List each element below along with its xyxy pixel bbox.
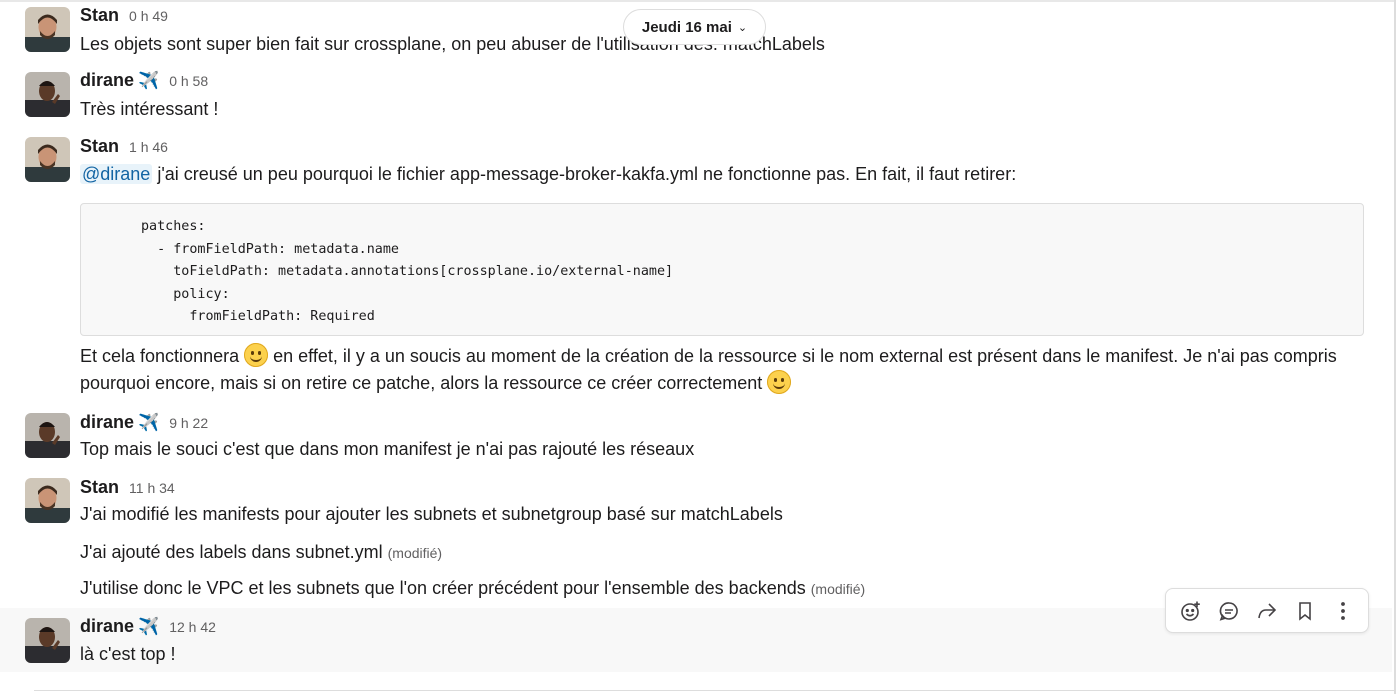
add-reaction-button[interactable] <box>1175 595 1207 627</box>
reply-thread-button[interactable] <box>1213 595 1245 627</box>
sender-name[interactable]: Stan <box>80 477 119 498</box>
sender-name[interactable]: dirane <box>80 616 134 637</box>
code-content: patches: - fromFieldPath: metadata.name … <box>141 219 674 324</box>
chevron-down-icon: ⌄ <box>737 21 748 34</box>
avatar-dirane[interactable] <box>25 618 70 663</box>
timestamp[interactable]: 11 h 34 <box>129 480 175 496</box>
message-text-continued: Et cela fonctionnera en effet, il y a un… <box>80 343 1370 397</box>
share-button[interactable] <box>1251 595 1283 627</box>
code-block: patches: - fromFieldPath: metadata.name … <box>80 203 1364 336</box>
followup-message: J'ai ajouté des labels dans subnet.yml (… <box>80 539 442 567</box>
airplane-status-icon[interactable]: ✈️ <box>138 413 159 433</box>
text-part: en effet, il y a un soucis au moment de … <box>80 346 1337 393</box>
timestamp[interactable]: 0 h 49 <box>129 8 168 24</box>
message-text: J'ai modifié les manifests pour ajouter … <box>80 504 783 524</box>
airplane-status-icon[interactable]: ✈️ <box>138 71 159 91</box>
message-text: Très intéressant ! <box>80 99 219 119</box>
reply-thread-icon <box>1219 601 1238 621</box>
followup-text: J'ai ajouté des labels dans subnet.yml <box>80 542 383 562</box>
message-text-body: j'ai creusé un peu pourquoi le fichier a… <box>152 164 1017 184</box>
sender-name[interactable]: Stan <box>80 136 119 157</box>
sender-name[interactable]: dirane <box>80 70 134 91</box>
avatar-stan[interactable] <box>25 137 70 182</box>
followup-message: J'utilise donc le VPC et les subnets que… <box>80 575 865 603</box>
avatar-stan[interactable] <box>25 478 70 523</box>
airplane-status-icon[interactable]: ✈️ <box>138 617 159 637</box>
message-actions-toolbar <box>1165 588 1369 633</box>
message-text: là c'est top ! <box>80 644 176 664</box>
edited-label: (modifié) <box>810 581 866 597</box>
timestamp[interactable]: 9 h 22 <box>169 415 208 431</box>
timestamp[interactable]: 0 h 58 <box>169 73 208 89</box>
avatar-dirane[interactable] <box>25 413 70 458</box>
avatar-dirane[interactable] <box>25 72 70 117</box>
sender-name[interactable]: dirane <box>80 412 134 433</box>
more-actions-icon <box>1341 601 1345 620</box>
avatar-stan[interactable] <box>25 7 70 52</box>
smile-emoji-icon <box>767 370 792 394</box>
message-pane: Stan 0 h 49 Les objets sont super bien f… <box>0 0 1396 694</box>
bookmark-icon <box>1299 601 1311 621</box>
message-text: Top mais le souci c'est que dans mon man… <box>80 439 695 459</box>
text-part: Et cela fonctionnera <box>80 346 245 366</box>
bookmark-button[interactable] <box>1289 595 1321 627</box>
smile-emoji-icon <box>244 343 269 367</box>
timestamp[interactable]: 12 h 42 <box>169 619 216 635</box>
message-dirane-1: dirane ✈️ 0 h 58 Très intéressant ! <box>0 62 1392 128</box>
followup-text: J'utilise donc le VPC et les subnets que… <box>80 578 806 598</box>
add-reaction-icon <box>1181 601 1200 621</box>
date-label: Jeudi 16 mai <box>641 18 732 36</box>
message-dirane-2: dirane ✈️ 9 h 22 Top mais le souci c'est… <box>0 406 1392 472</box>
share-icon <box>1258 602 1277 618</box>
user-mention[interactable]: @dirane <box>80 164 153 184</box>
sender-name[interactable]: Stan <box>80 5 119 26</box>
more-actions-button[interactable] <box>1327 595 1359 627</box>
composer-divider <box>34 690 1396 691</box>
edited-label: (modifié) <box>387 545 443 561</box>
timestamp[interactable]: 1 h 46 <box>129 139 168 155</box>
message-text: @dirane j'ai creusé un peu pourquoi le f… <box>80 161 1016 188</box>
date-divider-button[interactable]: Jeudi 16 mai ⌄ <box>623 9 766 45</box>
